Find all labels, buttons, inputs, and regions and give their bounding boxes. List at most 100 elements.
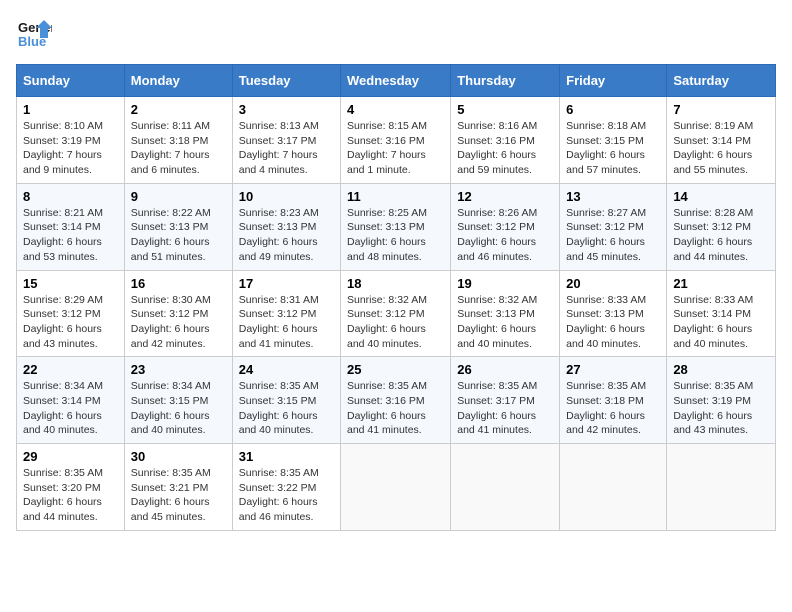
weekday-saturday: Saturday <box>667 65 776 97</box>
day-number: 12 <box>457 189 553 204</box>
day-info: Sunrise: 8:16 AM Sunset: 3:16 PM Dayligh… <box>457 119 553 178</box>
day-number: 30 <box>131 449 226 464</box>
weekday-tuesday: Tuesday <box>232 65 340 97</box>
day-info: Sunrise: 8:32 AM Sunset: 3:13 PM Dayligh… <box>457 293 553 352</box>
calendar-cell <box>451 444 560 531</box>
calendar-cell: 15 Sunrise: 8:29 AM Sunset: 3:12 PM Dayl… <box>17 270 125 357</box>
day-info: Sunrise: 8:21 AM Sunset: 3:14 PM Dayligh… <box>23 206 118 265</box>
calendar-cell: 6 Sunrise: 8:18 AM Sunset: 3:15 PM Dayli… <box>560 97 667 184</box>
day-info: Sunrise: 8:18 AM Sunset: 3:15 PM Dayligh… <box>566 119 660 178</box>
calendar-cell <box>560 444 667 531</box>
calendar-cell: 23 Sunrise: 8:34 AM Sunset: 3:15 PM Dayl… <box>124 357 232 444</box>
day-number: 3 <box>239 102 334 117</box>
week-row-3: 15 Sunrise: 8:29 AM Sunset: 3:12 PM Dayl… <box>17 270 776 357</box>
day-number: 8 <box>23 189 118 204</box>
calendar-cell: 9 Sunrise: 8:22 AM Sunset: 3:13 PM Dayli… <box>124 183 232 270</box>
day-number: 10 <box>239 189 334 204</box>
calendar-cell <box>667 444 776 531</box>
calendar-cell: 3 Sunrise: 8:13 AM Sunset: 3:17 PM Dayli… <box>232 97 340 184</box>
week-row-2: 8 Sunrise: 8:21 AM Sunset: 3:14 PM Dayli… <box>17 183 776 270</box>
day-number: 4 <box>347 102 444 117</box>
calendar-cell: 10 Sunrise: 8:23 AM Sunset: 3:13 PM Dayl… <box>232 183 340 270</box>
day-info: Sunrise: 8:35 AM Sunset: 3:16 PM Dayligh… <box>347 379 444 438</box>
calendar-cell: 31 Sunrise: 8:35 AM Sunset: 3:22 PM Dayl… <box>232 444 340 531</box>
day-info: Sunrise: 8:35 AM Sunset: 3:22 PM Dayligh… <box>239 466 334 525</box>
calendar-table: SundayMondayTuesdayWednesdayThursdayFrid… <box>16 64 776 531</box>
day-number: 17 <box>239 276 334 291</box>
calendar-cell: 13 Sunrise: 8:27 AM Sunset: 3:12 PM Dayl… <box>560 183 667 270</box>
calendar-cell: 2 Sunrise: 8:11 AM Sunset: 3:18 PM Dayli… <box>124 97 232 184</box>
calendar-cell: 24 Sunrise: 8:35 AM Sunset: 3:15 PM Dayl… <box>232 357 340 444</box>
day-number: 20 <box>566 276 660 291</box>
calendar-cell: 4 Sunrise: 8:15 AM Sunset: 3:16 PM Dayli… <box>341 97 451 184</box>
weekday-wednesday: Wednesday <box>341 65 451 97</box>
calendar-cell: 5 Sunrise: 8:16 AM Sunset: 3:16 PM Dayli… <box>451 97 560 184</box>
calendar-cell: 28 Sunrise: 8:35 AM Sunset: 3:19 PM Dayl… <box>667 357 776 444</box>
calendar-cell: 30 Sunrise: 8:35 AM Sunset: 3:21 PM Dayl… <box>124 444 232 531</box>
day-info: Sunrise: 8:35 AM Sunset: 3:17 PM Dayligh… <box>457 379 553 438</box>
day-info: Sunrise: 8:34 AM Sunset: 3:14 PM Dayligh… <box>23 379 118 438</box>
weekday-header-row: SundayMondayTuesdayWednesdayThursdayFrid… <box>17 65 776 97</box>
day-number: 7 <box>673 102 769 117</box>
day-number: 29 <box>23 449 118 464</box>
day-number: 22 <box>23 362 118 377</box>
day-info: Sunrise: 8:31 AM Sunset: 3:12 PM Dayligh… <box>239 293 334 352</box>
calendar-cell: 12 Sunrise: 8:26 AM Sunset: 3:12 PM Dayl… <box>451 183 560 270</box>
day-info: Sunrise: 8:33 AM Sunset: 3:13 PM Dayligh… <box>566 293 660 352</box>
calendar-cell: 11 Sunrise: 8:25 AM Sunset: 3:13 PM Dayl… <box>341 183 451 270</box>
day-number: 6 <box>566 102 660 117</box>
day-info: Sunrise: 8:35 AM Sunset: 3:15 PM Dayligh… <box>239 379 334 438</box>
day-number: 26 <box>457 362 553 377</box>
day-number: 19 <box>457 276 553 291</box>
calendar-cell <box>341 444 451 531</box>
day-info: Sunrise: 8:10 AM Sunset: 3:19 PM Dayligh… <box>23 119 118 178</box>
weekday-thursday: Thursday <box>451 65 560 97</box>
day-number: 24 <box>239 362 334 377</box>
day-info: Sunrise: 8:35 AM Sunset: 3:18 PM Dayligh… <box>566 379 660 438</box>
day-info: Sunrise: 8:35 AM Sunset: 3:20 PM Dayligh… <box>23 466 118 525</box>
day-number: 13 <box>566 189 660 204</box>
weekday-friday: Friday <box>560 65 667 97</box>
day-info: Sunrise: 8:15 AM Sunset: 3:16 PM Dayligh… <box>347 119 444 178</box>
day-info: Sunrise: 8:11 AM Sunset: 3:18 PM Dayligh… <box>131 119 226 178</box>
logo: General Blue <box>16 16 52 52</box>
day-info: Sunrise: 8:29 AM Sunset: 3:12 PM Dayligh… <box>23 293 118 352</box>
logo-icon: General Blue <box>16 16 52 52</box>
day-info: Sunrise: 8:25 AM Sunset: 3:13 PM Dayligh… <box>347 206 444 265</box>
day-number: 11 <box>347 189 444 204</box>
calendar-cell: 7 Sunrise: 8:19 AM Sunset: 3:14 PM Dayli… <box>667 97 776 184</box>
calendar-cell: 19 Sunrise: 8:32 AM Sunset: 3:13 PM Dayl… <box>451 270 560 357</box>
page-header: General Blue <box>16 16 776 52</box>
day-info: Sunrise: 8:33 AM Sunset: 3:14 PM Dayligh… <box>673 293 769 352</box>
day-number: 18 <box>347 276 444 291</box>
calendar-cell: 27 Sunrise: 8:35 AM Sunset: 3:18 PM Dayl… <box>560 357 667 444</box>
day-info: Sunrise: 8:32 AM Sunset: 3:12 PM Dayligh… <box>347 293 444 352</box>
day-info: Sunrise: 8:30 AM Sunset: 3:12 PM Dayligh… <box>131 293 226 352</box>
week-row-1: 1 Sunrise: 8:10 AM Sunset: 3:19 PM Dayli… <box>17 97 776 184</box>
day-number: 27 <box>566 362 660 377</box>
day-info: Sunrise: 8:28 AM Sunset: 3:12 PM Dayligh… <box>673 206 769 265</box>
day-number: 15 <box>23 276 118 291</box>
day-number: 14 <box>673 189 769 204</box>
day-info: Sunrise: 8:13 AM Sunset: 3:17 PM Dayligh… <box>239 119 334 178</box>
calendar-cell: 17 Sunrise: 8:31 AM Sunset: 3:12 PM Dayl… <box>232 270 340 357</box>
calendar-cell: 21 Sunrise: 8:33 AM Sunset: 3:14 PM Dayl… <box>667 270 776 357</box>
day-number: 9 <box>131 189 226 204</box>
calendar-cell: 14 Sunrise: 8:28 AM Sunset: 3:12 PM Dayl… <box>667 183 776 270</box>
day-info: Sunrise: 8:34 AM Sunset: 3:15 PM Dayligh… <box>131 379 226 438</box>
weekday-sunday: Sunday <box>17 65 125 97</box>
calendar-cell: 22 Sunrise: 8:34 AM Sunset: 3:14 PM Dayl… <box>17 357 125 444</box>
day-info: Sunrise: 8:26 AM Sunset: 3:12 PM Dayligh… <box>457 206 553 265</box>
calendar-cell: 26 Sunrise: 8:35 AM Sunset: 3:17 PM Dayl… <box>451 357 560 444</box>
calendar-cell: 29 Sunrise: 8:35 AM Sunset: 3:20 PM Dayl… <box>17 444 125 531</box>
calendar-cell: 1 Sunrise: 8:10 AM Sunset: 3:19 PM Dayli… <box>17 97 125 184</box>
day-number: 21 <box>673 276 769 291</box>
week-row-4: 22 Sunrise: 8:34 AM Sunset: 3:14 PM Dayl… <box>17 357 776 444</box>
day-number: 5 <box>457 102 553 117</box>
weekday-monday: Monday <box>124 65 232 97</box>
day-info: Sunrise: 8:35 AM Sunset: 3:21 PM Dayligh… <box>131 466 226 525</box>
day-number: 1 <box>23 102 118 117</box>
calendar-cell: 25 Sunrise: 8:35 AM Sunset: 3:16 PM Dayl… <box>341 357 451 444</box>
day-info: Sunrise: 8:35 AM Sunset: 3:19 PM Dayligh… <box>673 379 769 438</box>
day-info: Sunrise: 8:19 AM Sunset: 3:14 PM Dayligh… <box>673 119 769 178</box>
